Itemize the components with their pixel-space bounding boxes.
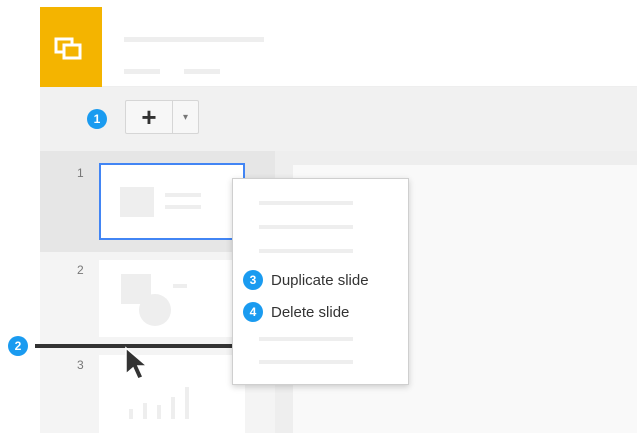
step-badge: 2 (8, 336, 28, 356)
slide-number: 1 (77, 166, 84, 180)
menu-placeholder (124, 69, 160, 74)
menu-item-placeholder[interactable] (259, 201, 353, 205)
text-placeholder (165, 193, 201, 197)
slides-logo-icon (54, 37, 82, 60)
plus-icon[interactable]: + (126, 101, 173, 133)
shapes-placeholder (121, 274, 187, 326)
step-badge: 3 (243, 270, 263, 290)
image-placeholder (120, 187, 154, 217)
step-badge: 1 (87, 109, 107, 129)
menu-item-label: Delete slide (271, 303, 350, 321)
title-placeholder (124, 37, 264, 42)
menu-item-placeholder[interactable] (259, 249, 353, 253)
slide-thumbnail[interactable] (99, 260, 245, 337)
slide-thumbnail[interactable] (99, 163, 245, 240)
step-badge: 4 (243, 302, 263, 322)
slide-thumbnail[interactable] (99, 355, 245, 433)
slides-logo[interactable] (40, 7, 102, 87)
menu-placeholder (184, 69, 220, 74)
menu-item-duplicate-slide[interactable]: 3 Duplicate slide (243, 270, 369, 290)
slide-context-menu: 3 Duplicate slide 4 Delete slide (232, 178, 409, 385)
menu-item-placeholder[interactable] (259, 225, 353, 229)
slide-number: 3 (77, 358, 84, 372)
slide-number: 2 (77, 263, 84, 277)
menu-item-placeholder[interactable] (259, 360, 353, 364)
chevron-down-icon[interactable]: ▾ (173, 101, 198, 133)
title-bar (102, 7, 637, 87)
menu-item-delete-slide[interactable]: 4 Delete slide (243, 302, 349, 322)
text-placeholder (165, 205, 201, 209)
menu-item-placeholder[interactable] (259, 337, 353, 341)
mouse-pointer-icon (125, 346, 150, 380)
new-slide-button[interactable]: + ▾ (125, 100, 199, 134)
menu-item-label: Duplicate slide (271, 271, 369, 289)
